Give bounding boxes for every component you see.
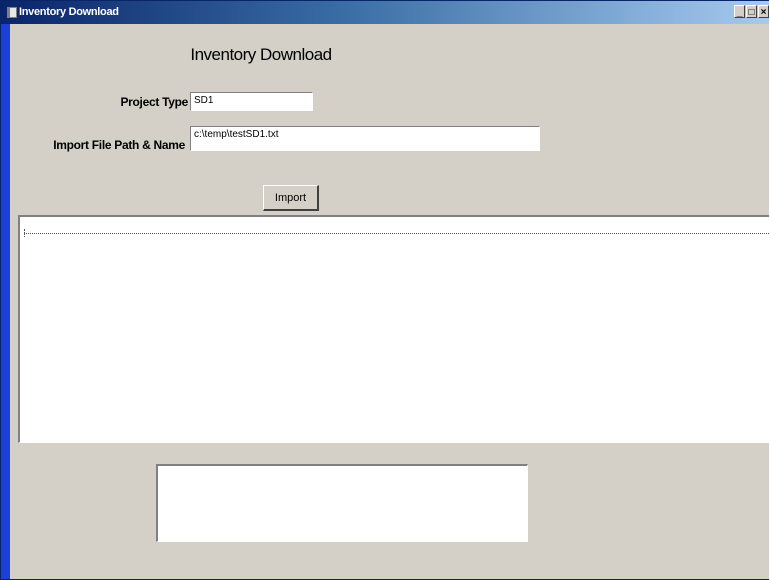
project-type-input[interactable]: SD1 (190, 92, 313, 111)
app-window-icon[interactable] (7, 7, 17, 18)
status-textbox[interactable] (156, 464, 528, 542)
import-button[interactable]: Import (263, 185, 319, 211)
maximize-button[interactable]: □ (746, 5, 757, 18)
minimize-button[interactable]: _ (734, 5, 745, 18)
import-path-label: Import File Path & Name (53, 138, 185, 152)
project-type-label: Project Type (120, 95, 188, 109)
output-list[interactable] (18, 215, 769, 443)
close-button[interactable]: × (758, 5, 769, 18)
import-path-input[interactable]: c:\temp\testSD1.txt (190, 126, 540, 151)
maximize-icon: □ (748, 7, 755, 18)
title-bar[interactable]: Inventory Download _ □ × (1, 1, 769, 24)
form-heading: Inventory Download (190, 45, 332, 64)
focus-rectangle (24, 233, 769, 234)
caption-buttons: _ □ × (733, 5, 769, 19)
inventory-download-window: Inventory Download _ □ × Inventory Downl… (0, 0, 769, 580)
window-title: Inventory Download (19, 6, 119, 18)
minimize-icon: _ (736, 7, 743, 18)
window-left-edge (1, 24, 10, 579)
close-icon: × (760, 7, 767, 18)
